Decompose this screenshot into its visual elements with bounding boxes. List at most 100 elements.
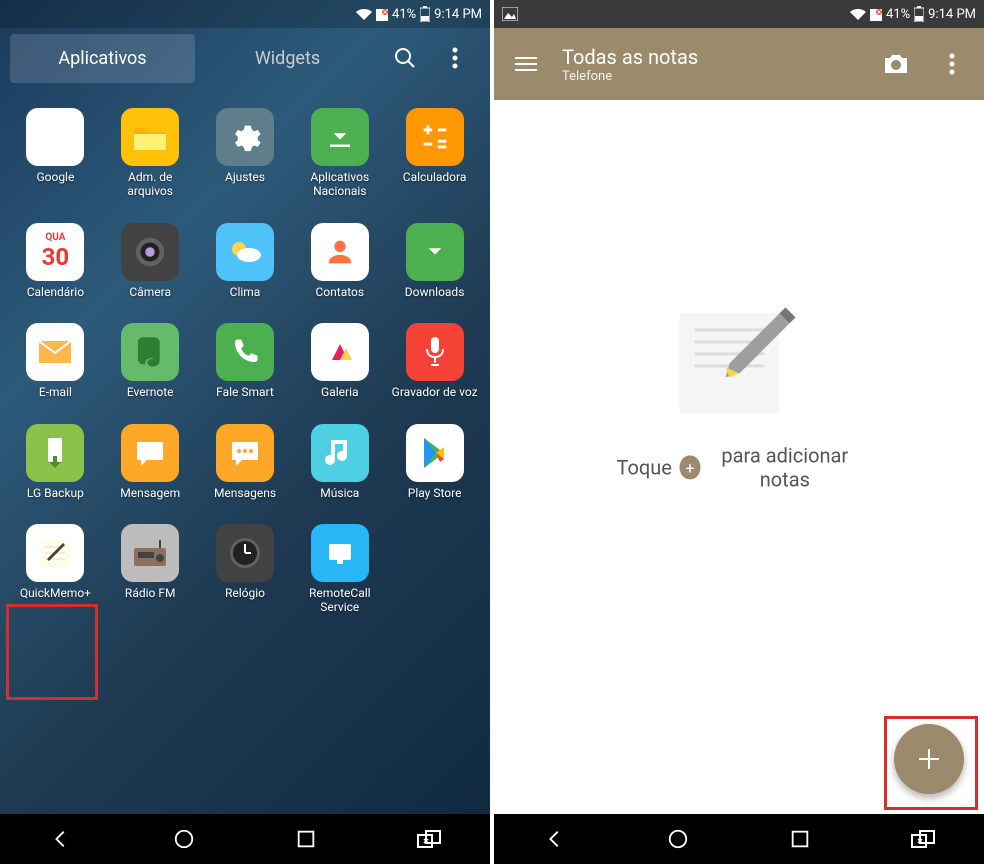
status-bar: 41% 9:14 PM <box>494 0 984 28</box>
app-quickmemo[interactable]: QuickMemo+ <box>10 524 101 615</box>
email-icon <box>26 323 84 381</box>
app-label: Rádio FM <box>125 586 176 600</box>
app-national-apps[interactable]: Aplicativos Nacionais <box>294 108 385 199</box>
downloads-icon <box>406 223 464 281</box>
app-lg-backup[interactable]: LG Backup <box>10 424 101 500</box>
nav-dual[interactable] <box>399 819 459 859</box>
app-downloads[interactable]: Downloads <box>389 223 480 299</box>
contacts-icon <box>311 223 369 281</box>
app-label: Calendário <box>27 285 84 299</box>
app-email[interactable]: E-mail <box>10 323 101 399</box>
app-calculator[interactable]: Calculadora <box>389 108 480 199</box>
app-label: Downloads <box>405 285 465 299</box>
battery-text: 41% <box>886 7 910 22</box>
remote-icon <box>311 524 369 582</box>
app-label: Clima <box>230 285 261 299</box>
app-message[interactable]: Mensagem <box>105 424 196 500</box>
app-label: Mensagens <box>214 486 276 500</box>
app-bar-title: Todas as notas Telefone <box>562 45 860 84</box>
app-label: LG Backup <box>27 486 84 500</box>
nav-bar <box>494 814 984 864</box>
app-voice-recorder[interactable]: Gravador de voz <box>389 323 480 399</box>
status-left <box>502 7 518 21</box>
nav-recent[interactable] <box>276 819 336 859</box>
mic-icon <box>406 323 464 381</box>
app-calendar[interactable]: QUA 30 Calendário <box>10 223 101 299</box>
empty-state: Toque + para adicionar notas <box>617 293 862 491</box>
app-label: Contatos <box>315 285 364 299</box>
download-icon <box>311 108 369 166</box>
title-text: Todas as notas <box>562 45 860 69</box>
more-icon <box>949 53 955 75</box>
app-drawer-screen: 41% 9:14 PM Aplicativos Widgets Google A… <box>0 0 490 864</box>
hamburger-icon <box>515 56 537 72</box>
app-messages[interactable]: Mensagens <box>200 424 291 500</box>
app-settings[interactable]: Ajustes <box>200 108 291 199</box>
settings-icon <box>216 108 274 166</box>
app-label: RemoteCall Service <box>296 586 384 615</box>
folder-icon <box>121 108 179 166</box>
messages-icon <box>216 424 274 482</box>
app-label: Aplicativos Nacionais <box>296 170 384 199</box>
app-file-manager[interactable]: Adm. de arquivos <box>105 108 196 199</box>
clock-icon <box>216 524 274 582</box>
app-phone-smart[interactable]: Fale Smart <box>200 323 291 399</box>
camera-button[interactable] <box>876 44 916 84</box>
app-evernote[interactable]: Evernote <box>105 323 196 399</box>
menu-drawer-button[interactable] <box>506 44 546 84</box>
camera-icon <box>883 53 909 75</box>
subtitle-text: Telefone <box>562 69 860 84</box>
app-label: Câmera <box>129 285 171 299</box>
sd-icon <box>870 7 882 21</box>
tabs-bar: Aplicativos Widgets <box>0 28 490 88</box>
app-label: Relógio <box>225 586 265 600</box>
app-label: E-mail <box>39 385 72 399</box>
fab-add-note[interactable] <box>894 724 964 794</box>
app-label: Evernote <box>127 385 174 399</box>
tab-apps[interactable]: Aplicativos <box>10 34 195 83</box>
nav-home[interactable] <box>154 819 214 859</box>
empty-post: para adicionar notas <box>708 443 861 491</box>
app-play-store[interactable]: Play Store <box>389 424 480 500</box>
more-icon <box>452 46 458 70</box>
menu-button[interactable] <box>430 46 480 70</box>
nav-dual[interactable] <box>893 819 953 859</box>
sd-icon <box>376 7 388 21</box>
music-icon <box>311 424 369 482</box>
backup-icon <box>26 424 84 482</box>
quickmemo-screen: 41% 9:14 PM Todas as notas Telefone Toqu… <box>494 0 984 864</box>
phone-icon <box>216 323 274 381</box>
time-text: 9:14 PM <box>928 7 976 22</box>
google-folder-icon <box>26 108 84 166</box>
app-label: Play Store <box>408 486 462 500</box>
app-music[interactable]: Música <box>294 424 385 500</box>
status-bar: 41% 9:14 PM <box>0 0 490 28</box>
pencil-icon <box>709 293 799 383</box>
nav-back[interactable] <box>525 819 585 859</box>
status-icons: 41% 9:14 PM <box>850 6 976 22</box>
nav-bar <box>0 814 490 864</box>
tab-widgets[interactable]: Widgets <box>195 34 380 83</box>
app-clock[interactable]: Relógio <box>200 524 291 615</box>
weather-icon <box>216 223 274 281</box>
search-icon <box>393 46 417 70</box>
app-weather[interactable]: Clima <box>200 223 291 299</box>
nav-home[interactable] <box>648 819 708 859</box>
app-camera[interactable]: Câmera <box>105 223 196 299</box>
calendar-icon: QUA 30 <box>26 223 84 281</box>
app-bar: Todas as notas Telefone <box>494 28 984 100</box>
message-icon <box>121 424 179 482</box>
app-google[interactable]: Google <box>10 108 101 199</box>
nav-back[interactable] <box>31 819 91 859</box>
app-gallery[interactable]: Galeria <box>294 323 385 399</box>
app-radio[interactable]: Rádio FM <box>105 524 196 615</box>
empty-illustration <box>679 293 799 413</box>
app-remotecall[interactable]: RemoteCall Service <box>294 524 385 615</box>
evernote-icon <box>121 323 179 381</box>
nav-recent[interactable] <box>770 819 830 859</box>
app-label: Gravador de voz <box>392 385 478 399</box>
app-label: Mensagem <box>120 486 180 500</box>
app-contacts[interactable]: Contatos <box>294 223 385 299</box>
search-button[interactable] <box>380 46 430 70</box>
more-button[interactable] <box>932 44 972 84</box>
